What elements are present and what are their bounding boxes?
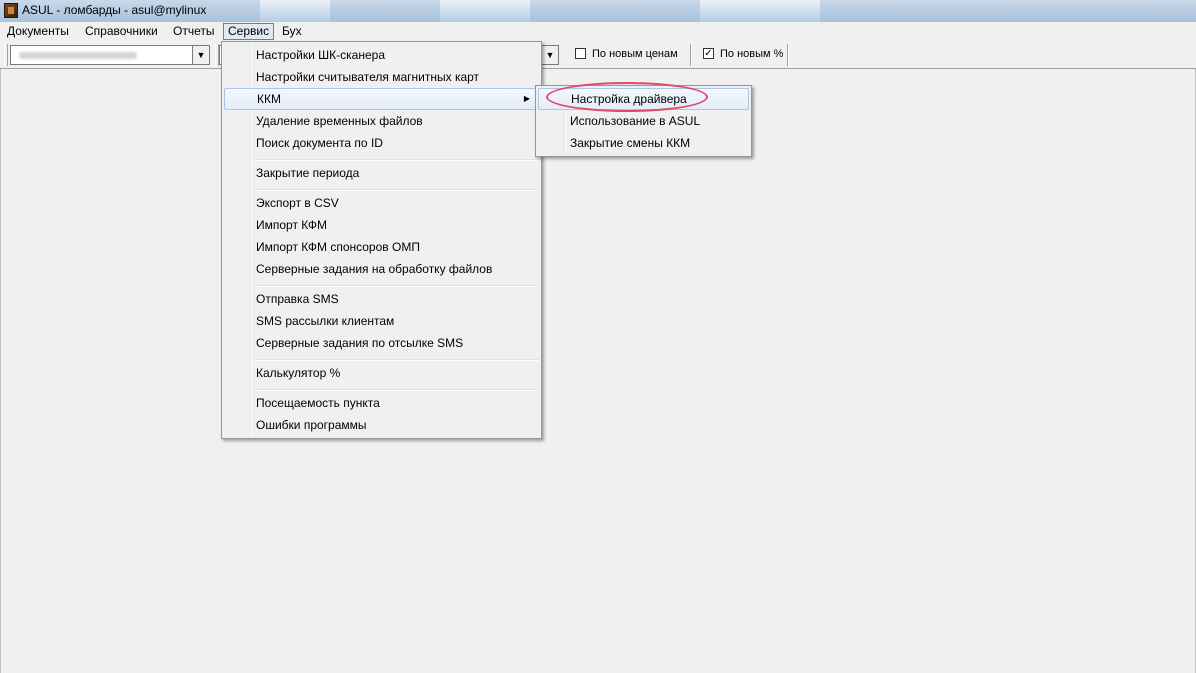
checkmark-icon[interactable]: ✓ <box>703 48 714 59</box>
menu-separator <box>254 285 539 287</box>
toolbar-grip[interactable] <box>4 44 8 66</box>
new-prices-label: По новым ценам <box>592 48 678 60</box>
menu-item-usage-in-asul[interactable]: Использование в ASUL <box>538 110 749 132</box>
menu-item-attendance[interactable]: Посещаемость пункта <box>224 392 539 414</box>
blurred-selected-value <box>19 52 137 59</box>
menu-item-label: Настройки ШК-сканера <box>256 48 385 62</box>
menu-bar: Документы Справочники Отчеты Сервис Бух <box>0 22 1196 41</box>
menu-item-driver-settings[interactable]: Настройка драйвера <box>538 88 749 110</box>
menu-item-sms-mailing[interactable]: SMS рассылки клиентам <box>224 310 539 332</box>
pawnshop-select[interactable]: ▼ <box>10 45 210 65</box>
menu-item-import-kfm-sponsors[interactable]: Импорт КФМ спонсоров ОМП <box>224 236 539 258</box>
menu-item-label: Импорт КФМ спонсоров ОМП <box>256 240 420 254</box>
menu-item-label: Калькулятор % <box>256 366 341 380</box>
menu-item-server-sms-tasks[interactable]: Серверные задания по отсылке SMS <box>224 332 539 354</box>
menu-separator <box>254 359 539 361</box>
menu-item-label: Настройка драйвера <box>571 92 687 106</box>
menu-item-label: Закрытие периода <box>256 166 360 180</box>
menu-accounting[interactable]: Бух <box>278 23 306 40</box>
menu-item-label: Поиск документа по ID <box>256 136 383 150</box>
menu-item-close-kkm-shift[interactable]: Закрытие смены ККМ <box>538 132 749 154</box>
title-bar[interactable]: ASUL - ломбарды - asul@mylinux <box>0 0 1196 22</box>
toolbar-separator <box>690 44 692 66</box>
service-menu: Настройки ШК-сканера Настройки считывате… <box>221 41 542 439</box>
menu-item-export-csv[interactable]: Экспорт в CSV <box>224 192 539 214</box>
menu-item-label: Импорт КФМ <box>256 218 327 232</box>
new-percent-label: По новым % <box>720 48 784 60</box>
menu-item-program-errors[interactable]: Ошибки программы <box>224 414 539 436</box>
menu-item-label: Закрытие смены ККМ <box>570 136 691 150</box>
menu-documents[interactable]: Документы <box>3 23 73 40</box>
menu-item-server-file-tasks[interactable]: Серверные задания на обработку файлов <box>224 258 539 280</box>
menu-item-label: Серверные задания по отсылке SMS <box>256 336 464 350</box>
toolbar: ▼ ▼ По новым ценам ✓ По новым % <box>0 41 1196 69</box>
chevron-down-icon[interactable]: ▼ <box>192 46 209 64</box>
menu-item-delete-temp-files[interactable]: Удаление временных файлов <box>224 110 539 132</box>
menu-item-label: Серверные задания на обработку файлов <box>256 262 493 276</box>
menu-item-find-document[interactable]: Поиск документа по ID <box>224 132 539 154</box>
submenu-arrow-icon: ▶ <box>523 94 530 103</box>
checkbox-unchecked-icon[interactable] <box>575 48 586 59</box>
menu-item-calculator[interactable]: Калькулятор % <box>224 362 539 384</box>
menu-item-scanner-settings[interactable]: Настройки ШК-сканера <box>224 44 539 66</box>
menu-item-label: Использование в ASUL <box>570 114 701 128</box>
menu-item-label: Экспорт в CSV <box>256 196 339 210</box>
chevron-down-icon[interactable]: ▼ <box>541 46 558 64</box>
kkm-submenu: Настройка драйвера Использование в ASUL … <box>535 85 752 157</box>
menu-item-import-kfm[interactable]: Импорт КФМ <box>224 214 539 236</box>
window-title: ASUL - ломбарды - asul@mylinux <box>22 3 207 17</box>
menu-item-label: Удаление временных файлов <box>256 114 423 128</box>
menu-item-close-period[interactable]: Закрытие периода <box>224 162 539 184</box>
menu-item-kkm[interactable]: ККМ ▶ <box>224 88 539 110</box>
app-icon[interactable] <box>4 3 18 18</box>
menu-item-send-sms[interactable]: Отправка SMS <box>224 288 539 310</box>
menu-item-card-reader-settings[interactable]: Настройки считывателя магнитных карт <box>224 66 539 88</box>
menu-item-label: Отправка SMS <box>256 292 339 306</box>
menu-separator <box>254 159 539 161</box>
menu-separator <box>254 189 539 191</box>
menu-item-label: Ошибки программы <box>256 418 367 432</box>
menu-references[interactable]: Справочники <box>81 23 162 40</box>
menu-item-label: SMS рассылки клиентам <box>256 314 395 328</box>
mdi-client-area <box>0 69 1196 673</box>
menu-reports[interactable]: Отчеты <box>169 23 218 40</box>
toolbar-separator <box>787 44 789 66</box>
menu-item-label: ККМ <box>257 92 281 106</box>
menu-service[interactable]: Сервис <box>223 23 275 40</box>
menu-separator <box>254 389 539 391</box>
menu-item-label: Настройки считывателя магнитных карт <box>256 70 480 84</box>
menu-item-label: Посещаемость пункта <box>256 396 380 410</box>
